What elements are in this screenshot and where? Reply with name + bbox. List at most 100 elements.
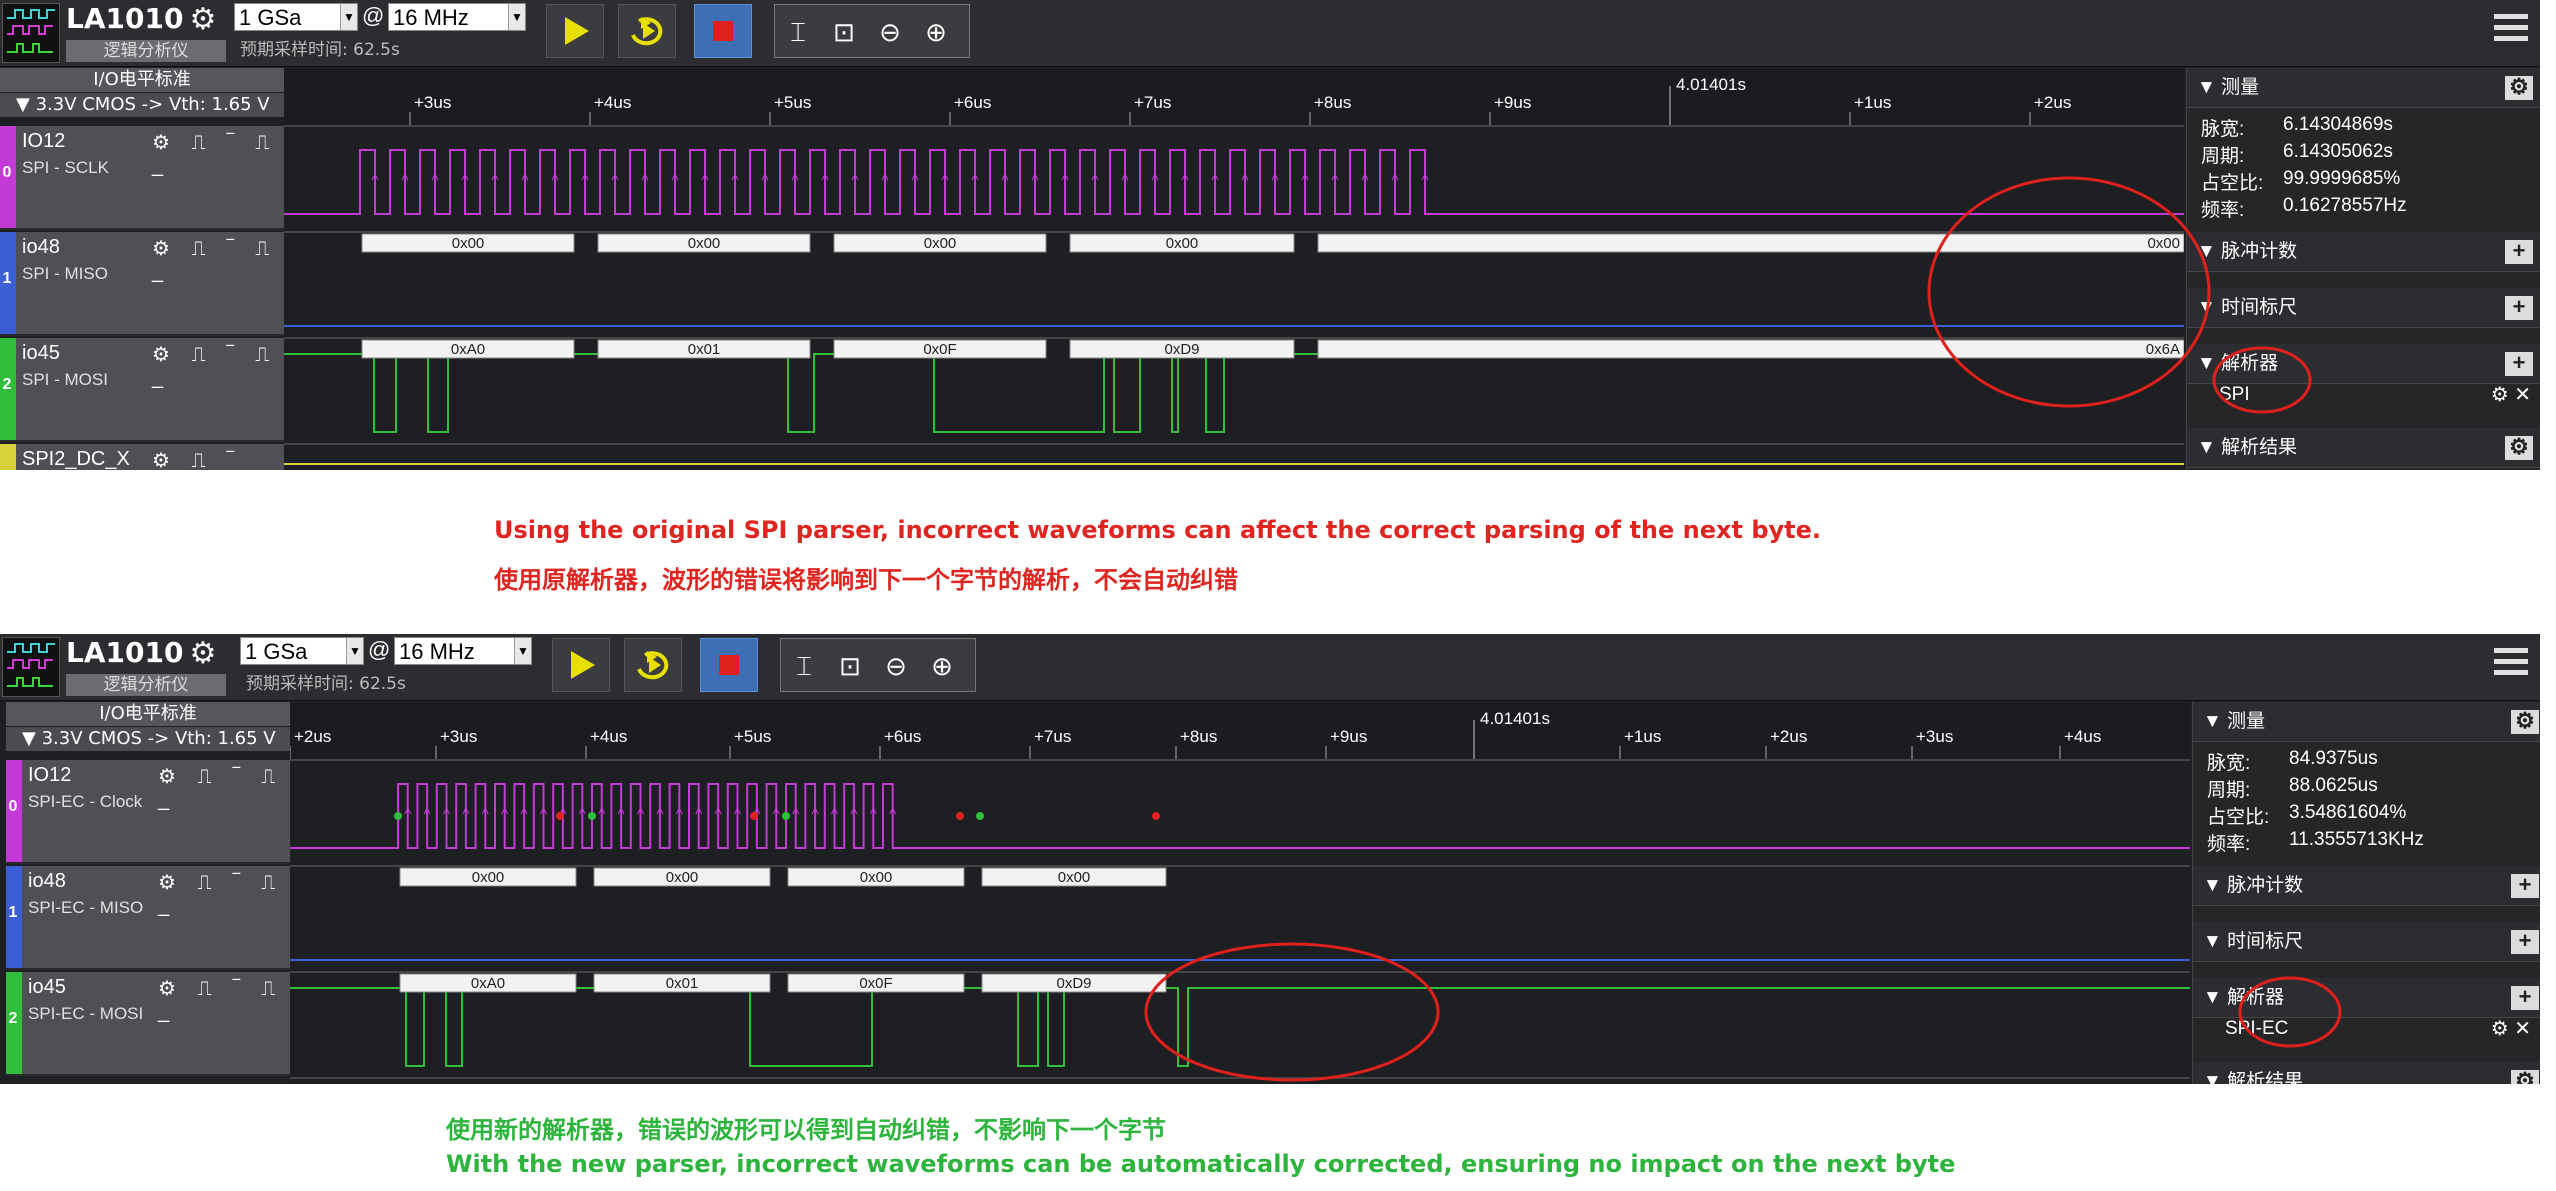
gear-icon[interactable]: ⚙ bbox=[2505, 436, 2533, 460]
sample-marker bbox=[394, 812, 402, 820]
estimated-time: 预期采样时间: 62.5s bbox=[240, 40, 400, 60]
channel-row[interactable]: 1 io48 SPI - MISO ⚙ ⎍ ‾ ⎍ _ bbox=[0, 232, 284, 336]
miso-byte-label: 0x00 bbox=[924, 235, 957, 252]
pulse-count-header[interactable]: ▼ 脉冲计数 + bbox=[2193, 866, 2540, 906]
note-original-cn: 使用原解析器，波形的错误将影响到下一个字节的解析，不会自动纠错 bbox=[494, 566, 1238, 594]
gear-icon[interactable]: ⚙ bbox=[2511, 710, 2539, 734]
gear-icon[interactable]: ⚙ bbox=[186, 637, 220, 671]
pulse-width-label: 脉宽: bbox=[2201, 119, 2245, 140]
clock-waveform bbox=[284, 149, 2184, 215]
duty-label: 占空比: bbox=[2207, 807, 2270, 828]
trigger-icons[interactable]: ⚙ ⎍ ‾ ⎍ _ bbox=[152, 130, 284, 178]
zoom-fit-icon[interactable]: ⊡ bbox=[827, 15, 861, 49]
parser-entry[interactable]: SPI-EC bbox=[2225, 1018, 2288, 1040]
duty-label: 占空比: bbox=[2201, 173, 2264, 194]
ruler-tick-label: +7us bbox=[1134, 93, 1171, 112]
pulse-count-header[interactable]: ▼ 脉冲计数 + bbox=[2187, 232, 2540, 272]
mosi-byte-box bbox=[1317, 339, 2185, 359]
sample-rate-select[interactable]: 1 GSa ▼ bbox=[234, 3, 358, 31]
period-row: 周期: 6.14305062s bbox=[2201, 141, 2393, 168]
time-ruler-header[interactable]: ▼ 时间标尺 + bbox=[2187, 288, 2540, 328]
channel-panel: I/O电平标准 ▼ 3.3V CMOS -> Vth: 1.65 V 0 IO1… bbox=[6, 702, 290, 1084]
loop-button[interactable] bbox=[624, 638, 682, 692]
parse-result-header[interactable]: ▼ 解析结果 ⚙ bbox=[2193, 1062, 2540, 1084]
plus-icon[interactable]: + bbox=[2511, 874, 2539, 898]
period-value: 88.0625us bbox=[2289, 775, 2378, 796]
plus-icon[interactable]: + bbox=[2505, 296, 2533, 320]
frequency-select[interactable]: 16 MHz ▼ bbox=[388, 3, 526, 31]
time-ruler bbox=[284, 68, 2184, 126]
frequency-select[interactable]: 16 MHz ▼ bbox=[394, 637, 532, 665]
menu-icon[interactable] bbox=[2494, 14, 2528, 50]
channel-row[interactable]: 0 IO12 SPI - SCLK ⚙ ⎍ ‾ ⎍ _ bbox=[0, 126, 284, 230]
loop-button[interactable] bbox=[618, 4, 676, 58]
time-ruler bbox=[290, 702, 2190, 760]
text-cursor-icon[interactable]: ⌶ bbox=[787, 649, 821, 683]
ruler-tick-label: +1us bbox=[1624, 727, 1661, 746]
measure-title: 测量 bbox=[2227, 711, 2266, 732]
sample-rate-select[interactable]: 1 GSa ▼ bbox=[240, 637, 364, 665]
zoom-in-icon[interactable]: ⊕ bbox=[919, 15, 953, 49]
gear-icon[interactable]: ⚙ bbox=[2491, 1018, 2509, 1040]
time-ruler-header[interactable]: ▼ 时间标尺 + bbox=[2193, 922, 2540, 962]
parse-result-header[interactable]: ▼ 解析结果 ⚙ bbox=[2187, 428, 2540, 468]
channel-row[interactable]: 2 io45 SPI - MOSI ⚙ ⎍ ‾ ⎍ _ bbox=[0, 338, 284, 442]
channel-row[interactable]: 1 io48 SPI-EC - MISO ⚙ ⎍ ‾ ⎍ _ bbox=[6, 866, 290, 970]
mosi-byte-label: 0x01 bbox=[666, 975, 699, 992]
ruler-center-label: 4.01401s bbox=[1676, 75, 1746, 94]
parser-entry[interactable]: SPI bbox=[2219, 384, 2250, 406]
channel-row[interactable]: 2 io45 SPI-EC - MOSI ⚙ ⎍ ‾ ⎍ _ bbox=[6, 972, 290, 1076]
text-cursor-icon[interactable]: ⌶ bbox=[781, 15, 815, 49]
zoom-in-icon[interactable]: ⊕ bbox=[925, 649, 959, 683]
ruler-tick-label: +2us bbox=[294, 727, 331, 746]
trigger-icons[interactable]: ⚙ ⎍ ‾ ⎍ _ bbox=[158, 976, 290, 1024]
plus-icon[interactable]: + bbox=[2505, 240, 2533, 264]
gear-icon[interactable]: ⚙ bbox=[2505, 76, 2533, 100]
channel-row[interactable]: SPI2_DC_X ⚙ ⎍ ‾ bbox=[0, 444, 284, 470]
measure-header[interactable]: ▼ 测量 ⚙ bbox=[2187, 68, 2540, 108]
zoom-out-icon[interactable]: ⊖ bbox=[873, 15, 907, 49]
parser-header[interactable]: ▼ 解析器 + bbox=[2193, 978, 2540, 1018]
trigger-icons[interactable]: ⚙ ⎍ ‾ ⎍ _ bbox=[158, 870, 290, 918]
trigger-icons[interactable]: ⚙ ⎍ ‾ bbox=[152, 448, 242, 470]
menu-icon[interactable] bbox=[2494, 648, 2528, 684]
plus-icon[interactable]: + bbox=[2511, 930, 2539, 954]
app-subtitle: 逻辑分析仪 bbox=[66, 674, 226, 696]
zoom-out-icon[interactable]: ⊖ bbox=[879, 649, 913, 683]
trigger-icons[interactable]: ⚙ ⎍ ‾ ⎍ _ bbox=[152, 236, 284, 284]
plus-icon[interactable]: + bbox=[2511, 986, 2539, 1010]
ruler-tick-label: +2us bbox=[2034, 93, 2071, 112]
play-button[interactable] bbox=[546, 4, 604, 58]
close-icon[interactable]: ✕ bbox=[2514, 1018, 2531, 1040]
trigger-icons[interactable]: ⚙ ⎍ ‾ ⎍ _ bbox=[158, 764, 290, 812]
period-label: 周期: bbox=[2207, 780, 2251, 801]
logo-icon bbox=[2, 637, 60, 697]
stop-button[interactable] bbox=[700, 638, 758, 692]
gear-icon[interactable]: ⚙ bbox=[2511, 1070, 2539, 1084]
measure-header[interactable]: ▼ 测量 ⚙ bbox=[2193, 702, 2540, 742]
gear-icon[interactable]: ⚙ bbox=[2491, 384, 2509, 406]
play-button[interactable] bbox=[552, 638, 610, 692]
miso-byte-label: 0x00 bbox=[1058, 869, 1091, 886]
parser-header[interactable]: ▼ 解析器 + bbox=[2187, 344, 2540, 384]
io-standard-select[interactable]: ▼ 3.3V CMOS -> Vth: 1.65 V bbox=[6, 727, 290, 751]
waveform-area[interactable]: +2us +3us +4us +5us +6us +7us +8us +9us +1us +2us… bbox=[289, 702, 2190, 1084]
ruler-tick-label: +3us bbox=[440, 727, 477, 746]
zoom-fit-icon[interactable]: ⊡ bbox=[833, 649, 867, 683]
waveform-area[interactable]: +3us +4us +5us +6us +7us +8us +9us +1us +2us 4.01… bbox=[284, 68, 2185, 470]
stop-button[interactable] bbox=[694, 4, 752, 58]
pulse-width-value: 6.14304869s bbox=[2283, 114, 2393, 135]
ruler-tick-label: +4us bbox=[594, 93, 631, 112]
channel-index: 0 bbox=[2, 164, 12, 181]
miso-byte-label: 0x00 bbox=[452, 235, 485, 252]
plus-icon[interactable]: + bbox=[2505, 352, 2533, 376]
gear-icon[interactable]: ⚙ bbox=[186, 3, 220, 37]
frequency-row: 频率: 11.3555713KHz bbox=[2207, 829, 2424, 856]
trigger-icons[interactable]: ⚙ ⎍ ‾ ⎍ _ bbox=[152, 342, 284, 390]
io-standard-select[interactable]: ▼ 3.3V CMOS -> Vth: 1.65 V bbox=[0, 93, 284, 117]
ruler-tick-label: +3us bbox=[1916, 727, 1953, 746]
close-icon[interactable]: ✕ bbox=[2514, 384, 2531, 406]
frequency-row: 频率: 0.16278557Hz bbox=[2201, 195, 2407, 222]
channel-row[interactable]: 0 IO12 SPI-EC - Clock ⚙ ⎍ ‾ ⎍ _ bbox=[6, 760, 290, 864]
mosi-byte-label: 0xD9 bbox=[1164, 341, 1199, 358]
